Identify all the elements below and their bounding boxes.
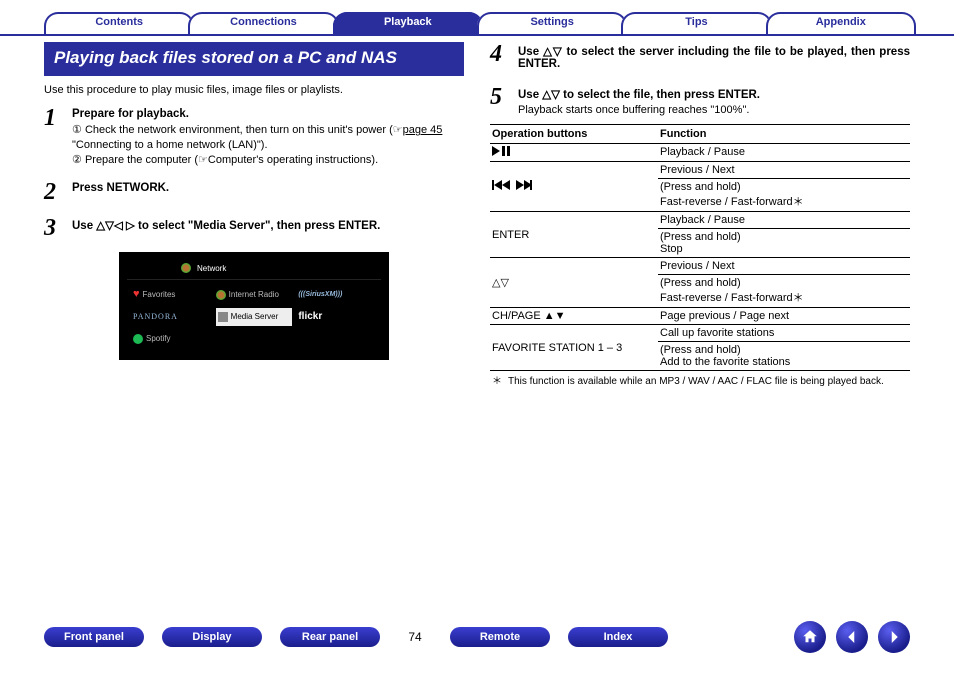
- th-operation: Operation buttons: [490, 125, 658, 144]
- btn-updown: △▽: [490, 258, 658, 308]
- heart-icon: ♥: [133, 289, 140, 300]
- step-number: 3: [44, 216, 64, 240]
- page-number: 74: [398, 630, 432, 644]
- tab-contents[interactable]: Contents: [44, 12, 194, 34]
- media-server-icon: [218, 312, 228, 322]
- operation-table: Operation buttons Function Playback / Pa…: [490, 124, 910, 371]
- footer-front-panel[interactable]: Front panel: [44, 627, 144, 647]
- screen-favorites: Favorites: [143, 290, 176, 299]
- btn-skip: [490, 162, 658, 212]
- pandora-logo: PANDORA: [133, 312, 178, 321]
- bullet-1: ①: [72, 123, 82, 138]
- step-sub: ① Check the network environment, then tu…: [72, 123, 464, 168]
- step-heading: Use △▽◁ ▷ to select "Media Server", then…: [72, 218, 464, 232]
- step-heading: Prepare for playback.: [72, 108, 464, 120]
- home-button[interactable]: [794, 621, 826, 653]
- step-2: 2 Press NETWORK.: [44, 180, 464, 204]
- tab-settings[interactable]: Settings: [477, 12, 627, 34]
- step-number: 5: [490, 85, 510, 116]
- btn-favorite: FAVORITE STATION 1 – 3: [490, 325, 658, 371]
- spotify-icon: [133, 334, 143, 344]
- step1-line1b: "Connecting to a home network (LAN)").: [72, 139, 268, 151]
- left-column: Playing back files stored on a PC and NA…: [44, 42, 464, 388]
- flickr-logo: flickr: [298, 311, 322, 322]
- fn-cell: (Press and hold) Add to the favorite sta…: [658, 342, 910, 371]
- step-number: 1: [44, 106, 64, 168]
- fn-cell: (Press and hold) Fast-reverse / Fast-for…: [658, 275, 910, 308]
- footer-remote[interactable]: Remote: [450, 627, 550, 647]
- tab-playback[interactable]: Playback: [333, 12, 483, 34]
- device-screen: Network ♥Favorites Internet Radio (((Sir…: [119, 252, 389, 360]
- step-number: 2: [44, 180, 64, 204]
- globe-icon: [216, 290, 226, 300]
- bullet-2: ②: [72, 153, 82, 168]
- step1-line1a: Check the network environment, then turn…: [85, 124, 393, 136]
- footnote-symbol: ＊: [492, 375, 502, 388]
- tab-appendix[interactable]: Appendix: [766, 12, 916, 34]
- fn-cell: Previous / Next: [658, 162, 910, 179]
- right-column: 4 Use △▽ to select the server including …: [490, 42, 910, 388]
- fn-cell: Page previous / Page next: [658, 308, 910, 325]
- footer-display[interactable]: Display: [162, 627, 262, 647]
- step-number: 4: [490, 42, 510, 73]
- tab-tips[interactable]: Tips: [621, 12, 771, 34]
- fn-cell: Playback / Pause: [658, 144, 910, 162]
- page-link-45[interactable]: page 45: [403, 124, 443, 136]
- step-heading: Press NETWORK.: [72, 182, 464, 194]
- step-4: 4 Use △▽ to select the server including …: [490, 42, 910, 73]
- step5-sub: Playback starts once buffering reaches "…: [518, 104, 910, 116]
- screen-internet-radio: Internet Radio: [229, 290, 279, 299]
- btn-enter: ENTER: [490, 212, 658, 258]
- siriusxm-logo: (((SiriusXM))): [298, 291, 342, 298]
- globe-icon: [181, 263, 191, 273]
- step-3: 3 Use △▽◁ ▷ to select "Media Server", th…: [44, 216, 464, 240]
- table-footnote: ＊ This function is available while an MP…: [490, 371, 910, 388]
- top-tabs: Contents Connections Playback Settings T…: [0, 0, 954, 36]
- fn-cell: Previous / Next: [658, 258, 910, 275]
- footer-index[interactable]: Index: [568, 627, 668, 647]
- intro-text: Use this procedure to play music files, …: [44, 84, 464, 96]
- section-title: Playing back files stored on a PC and NA…: [44, 42, 464, 76]
- prev-button[interactable]: [836, 621, 868, 653]
- tab-connections[interactable]: Connections: [188, 12, 338, 34]
- fn-cell: Call up favorite stations: [658, 325, 910, 342]
- footnote-text: This function is available while an MP3 …: [508, 375, 884, 388]
- step-heading: Use △▽ to select the file, then press EN…: [518, 87, 910, 101]
- screen-network: Network: [197, 264, 226, 273]
- footer-rear-panel[interactable]: Rear panel: [280, 627, 380, 647]
- screen-spotify: Spotify: [146, 334, 170, 343]
- fn-cell: (Press and hold) Fast-reverse / Fast-for…: [658, 179, 910, 212]
- fn-cell: Playback / Pause: [658, 212, 910, 229]
- btn-playpause: [490, 144, 658, 162]
- btn-chpage: CH/PAGE ▲▼: [490, 308, 658, 325]
- step-heading: Use △▽ to select the server including th…: [518, 44, 910, 70]
- step-1: 1 Prepare for playback. ① Check the netw…: [44, 106, 464, 168]
- fn-cell: (Press and hold) Stop: [658, 229, 910, 258]
- step-5: 5 Use △▽ to select the file, then press …: [490, 85, 910, 116]
- th-function: Function: [658, 125, 910, 144]
- footer: Front panel Display Rear panel 74 Remote…: [0, 621, 954, 653]
- step1-line2: Prepare the computer (☞Computer's operat…: [85, 154, 378, 166]
- screen-media-server: Media Server: [231, 312, 279, 321]
- next-button[interactable]: [878, 621, 910, 653]
